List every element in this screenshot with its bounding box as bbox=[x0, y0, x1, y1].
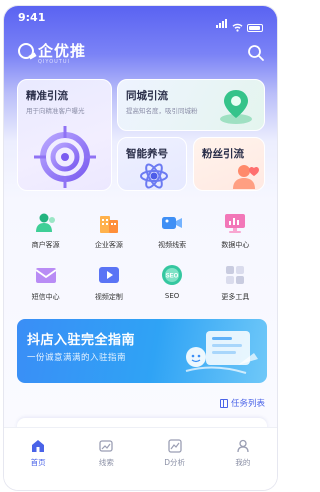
status-indicators bbox=[216, 13, 263, 32]
guide-banner[interactable]: 抖店入驻完全指南 一份诚意满满的入驻指南 bbox=[17, 319, 267, 383]
battery-icon bbox=[247, 24, 263, 32]
grid-item-label: 视频定制 bbox=[94, 293, 123, 301]
grid-item-seo[interactable]: SEO SEO bbox=[141, 262, 204, 302]
tab-analytics[interactable]: D分析 bbox=[150, 438, 200, 490]
card-local-traffic[interactable]: 同城引流 提高知名度，吸引同城粉 bbox=[117, 79, 265, 131]
target-icon bbox=[34, 126, 96, 188]
task-list-link[interactable]: 任务列表 bbox=[219, 397, 265, 409]
card-subtitle: 用于向精准客户曝光 bbox=[26, 107, 85, 115]
task-list-label: 任务列表 bbox=[230, 399, 265, 409]
grid-item-label: SEO bbox=[164, 292, 180, 300]
svg-text:SEO: SEO bbox=[166, 274, 179, 280]
logo-mark-icon bbox=[18, 42, 34, 59]
banner-subtitle: 一份诚意满满的入驻指南 bbox=[27, 353, 127, 363]
grid-item-label: 商户客源 bbox=[31, 241, 60, 249]
task-list-icon bbox=[219, 398, 228, 408]
card-title: 粉丝引流 bbox=[202, 148, 244, 160]
tab-label: 我的 bbox=[235, 458, 251, 467]
grid-item-more-tools[interactable]: 更多工具 bbox=[204, 262, 267, 302]
card-title: 智能养号 bbox=[126, 148, 168, 160]
grid-item-label: 短信中心 bbox=[31, 293, 60, 301]
card-subtitle: 提高知名度，吸引同城粉 bbox=[126, 107, 198, 115]
signal-icon bbox=[216, 13, 228, 32]
grid-item-sms-center[interactable]: 短信中心 bbox=[14, 262, 77, 302]
grid-item-video-customization[interactable]: 视频定制 bbox=[77, 262, 140, 302]
status-time: 9:41 bbox=[18, 11, 46, 24]
merchant-users-icon bbox=[35, 213, 55, 232]
search-icon[interactable] bbox=[247, 44, 265, 62]
map-pin-icon bbox=[220, 90, 252, 124]
tab-leads[interactable]: 线索 bbox=[81, 438, 131, 490]
grid-item-label: 视频线索 bbox=[158, 241, 187, 249]
video-custom-icon bbox=[98, 267, 119, 283]
profile-icon bbox=[237, 439, 249, 453]
grid-item-merchant-customers[interactable]: 商户客源 bbox=[14, 210, 77, 250]
logo-subtitle: QIYOUTUI bbox=[38, 59, 70, 65]
app-screen: 9:41 企优推 QIYOUTUI 精准引流 用于向精准客户曝光 同城引流 提高… bbox=[4, 6, 277, 490]
grid-item-label: 更多工具 bbox=[221, 293, 250, 301]
card-title: 精准引流 bbox=[26, 90, 68, 102]
app-logo: 企优推 bbox=[18, 40, 86, 61]
atom-icon bbox=[140, 163, 168, 189]
logo-text: 企优推 bbox=[38, 42, 87, 60]
grid-item-video-leads[interactable]: 视频线索 bbox=[141, 210, 204, 250]
data-monitor-icon bbox=[225, 214, 246, 233]
leads-icon bbox=[99, 440, 114, 452]
card-smart-account[interactable]: 智能养号 bbox=[117, 137, 187, 191]
video-camera-icon bbox=[162, 217, 183, 229]
enterprise-building-icon bbox=[99, 216, 118, 233]
wifi-icon bbox=[232, 23, 243, 32]
analytics-icon bbox=[167, 439, 182, 453]
tab-label: 线索 bbox=[98, 458, 114, 467]
tab-profile[interactable]: 我的 bbox=[218, 438, 268, 490]
banner-illustration-icon bbox=[185, 331, 258, 374]
tab-label: D分析 bbox=[164, 458, 186, 467]
card-title: 同城引流 bbox=[126, 90, 168, 102]
home-icon bbox=[32, 440, 45, 452]
grid-item-label: 企业客源 bbox=[94, 241, 123, 249]
card-fan-traffic[interactable]: 粉丝引流 bbox=[193, 137, 265, 191]
grid-item-label: 数据中心 bbox=[221, 241, 250, 249]
status-bar: 9:41 bbox=[4, 6, 277, 32]
bottom-tab-bar: 首页 线索 D分析 我的 bbox=[4, 427, 277, 490]
seo-icon: SEO bbox=[162, 265, 183, 285]
grid-item-enterprise-customers[interactable]: 企业客源 bbox=[77, 210, 140, 250]
fans-icon bbox=[233, 165, 259, 189]
tab-label: 首页 bbox=[30, 458, 46, 467]
banner-title: 抖店入驻完全指南 bbox=[27, 333, 136, 348]
more-tools-icon bbox=[226, 266, 245, 284]
grid-item-data-center[interactable]: 数据中心 bbox=[204, 210, 267, 250]
sms-envelope-icon bbox=[35, 268, 57, 283]
card-precise-traffic[interactable]: 精准引流 用于向精准客户曝光 bbox=[17, 79, 112, 191]
tool-grid: 商户客源 企业客源 视频线索 数据中心 短信中心 视频定制 SEO SEO 更多… bbox=[14, 210, 267, 302]
tab-home[interactable]: 首页 bbox=[13, 438, 63, 490]
